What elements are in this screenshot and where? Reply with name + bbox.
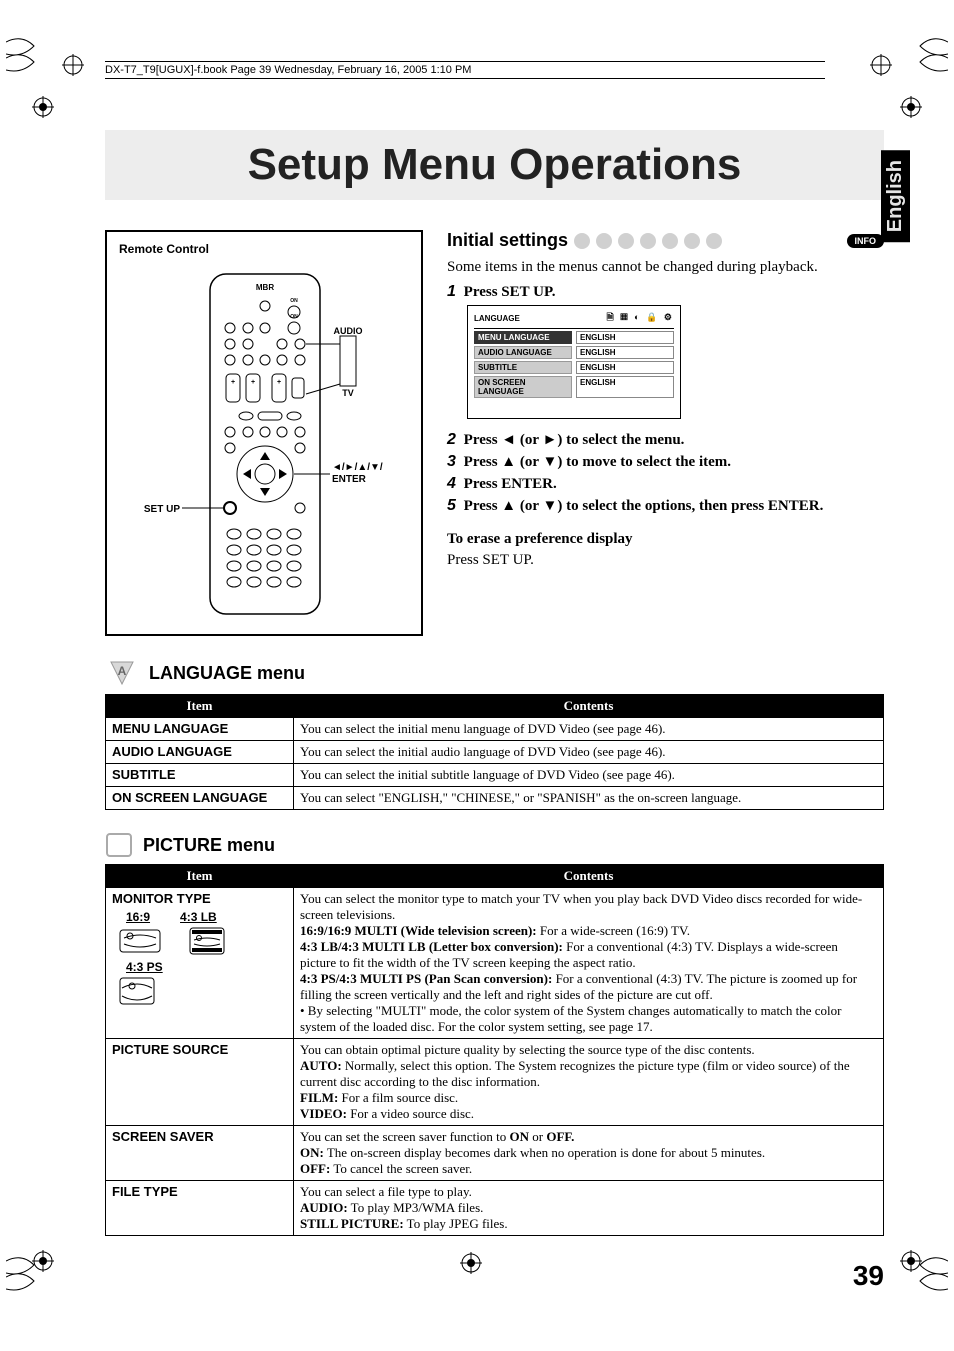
table-row: FILE TYPE You can select a file type to … — [106, 1181, 884, 1236]
initial-settings-note: Some items in the menus cannot be change… — [447, 257, 884, 277]
label-enter: ENTER — [332, 474, 367, 485]
osd-row: MENU LANGUAGE ENGLISH — [474, 331, 674, 344]
label-audio: AUDIO — [334, 326, 363, 336]
svg-text:+: + — [231, 379, 235, 386]
book-header-text: DX-T7_T9[UGUX]-f.book Page 39 Wednesday,… — [105, 64, 471, 76]
table-row: SCREEN SAVER You can set the screen save… — [106, 1126, 884, 1181]
osd-title: LANGUAGE — [474, 314, 520, 323]
table-row: ON SCREEN LANGUAGE You can select "ENGLI… — [106, 787, 884, 810]
dot-icon — [706, 233, 722, 249]
book-header: DX-T7_T9[UGUX]-f.book Page 39 Wednesday,… — [105, 59, 825, 81]
osd-row: AUDIO LANGUAGE ENGLISH — [474, 346, 674, 359]
remote-control-illustration: Remote Control MBR ON ON — [105, 230, 423, 636]
dot-icon — [596, 233, 612, 249]
col-item: Item — [106, 865, 294, 888]
table-row: MONITOR TYPE 16:9 4:3 LB 4:3 PS You can … — [106, 888, 884, 1039]
subitem-43lb: 4:3 LB — [180, 910, 217, 924]
initial-settings-heading: Initial settings INFO — [447, 230, 884, 251]
svg-text:7: 7 — [272, 549, 276, 555]
col-item: Item — [106, 695, 294, 718]
picture-source-contents: You can obtain optimal picture quality b… — [294, 1039, 884, 1126]
step-4: 4 Press ENTER. — [447, 475, 884, 493]
svg-text:8: 8 — [292, 549, 296, 555]
osd-row: ON SCREEN LANGUAGE ENGLISH — [474, 376, 674, 398]
col-contents: Contents — [294, 865, 884, 888]
svg-text:4: 4 — [292, 533, 296, 539]
file-type-contents: You can select a file type to play.AUDIO… — [294, 1181, 884, 1236]
label-setup: SET UP — [144, 504, 180, 515]
screen-saver-contents: You can set the screen saver function to… — [294, 1126, 884, 1181]
dot-icon — [684, 233, 700, 249]
monitor-43lb-icon — [188, 926, 226, 956]
subitem-16-9: 16:9 — [126, 910, 150, 924]
picture-menu-table: Item Contents MONITOR TYPE 16:9 4:3 LB 4… — [105, 864, 884, 1236]
info-badge: INFO — [847, 234, 885, 248]
col-contents: Contents — [294, 695, 884, 718]
language-tab: English — [881, 150, 910, 242]
label-tv: TV — [342, 388, 354, 398]
table-row: SUBTITLE You can select the initial subt… — [106, 764, 884, 787]
svg-text:2: 2 — [252, 533, 256, 539]
svg-text:MBR: MBR — [256, 283, 274, 292]
step-5: 5 Press ▲ (or ▼) to select the options, … — [447, 497, 884, 515]
picture-menu-icon — [105, 832, 133, 858]
erase-heading: To erase a preference display — [447, 531, 633, 547]
language-menu-table: Item Contents MENU LANGUAGE You can sele… — [105, 694, 884, 810]
monitor-type-contents: You can select the monitor type to match… — [294, 888, 884, 1039]
table-row: MENU LANGUAGE You can select the initial… — [106, 718, 884, 741]
osd-tab-icons: 🗎 ▦ ◐ 🔒 ⚙ — [607, 310, 674, 326]
erase-body: Press SET UP. — [447, 552, 534, 568]
page-title: Setup Menu Operations — [105, 130, 884, 200]
table-row: AUDIO LANGUAGE You can select the initia… — [106, 741, 884, 764]
step-2: 2 Press ◄ (or ►) to select the menu. — [447, 431, 884, 449]
remote-svg: MBR ON ON — [134, 256, 394, 626]
subitem-43ps: 4:3 PS — [126, 960, 163, 974]
svg-text:1: 1 — [232, 533, 236, 539]
dot-icon — [574, 233, 590, 249]
svg-text:ON: ON — [290, 314, 298, 320]
svg-text:3: 3 — [272, 533, 276, 539]
table-row: PICTURE SOURCE You can obtain optimal pi… — [106, 1039, 884, 1126]
svg-text:+: + — [251, 379, 255, 386]
dot-icon — [618, 233, 634, 249]
osd-language-box: LANGUAGE 🗎 ▦ ◐ 🔒 ⚙ MENU LANGUAGE ENGLISH… — [467, 305, 681, 419]
svg-text:9: 9 — [232, 565, 236, 571]
language-menu-icon: A — [105, 658, 139, 688]
svg-text:6: 6 — [252, 549, 256, 555]
monitor-16-9-icon — [118, 926, 162, 956]
dot-icon — [640, 233, 656, 249]
osd-row: SUBTITLE ENGLISH — [474, 361, 674, 374]
label-nav: ◄/►/▲/▼/ — [332, 462, 383, 473]
monitor-43ps-icon — [118, 976, 156, 1006]
step-3: 3 Press ▲ (or ▼) to move to select the i… — [447, 453, 884, 471]
language-menu-heading: A LANGUAGE menu — [105, 658, 884, 688]
picture-menu-heading: PICTURE menu — [105, 832, 884, 858]
remote-caption: Remote Control — [119, 242, 409, 256]
svg-text:+: + — [277, 379, 281, 386]
page-number: 39 — [105, 1260, 884, 1292]
svg-text:0: 0 — [272, 565, 276, 571]
svg-text:5: 5 — [232, 549, 236, 555]
step-1: 1 Press SET UP. — [447, 283, 884, 301]
svg-text:ON: ON — [290, 298, 298, 304]
svg-text:A: A — [118, 664, 127, 678]
dot-icon — [662, 233, 678, 249]
